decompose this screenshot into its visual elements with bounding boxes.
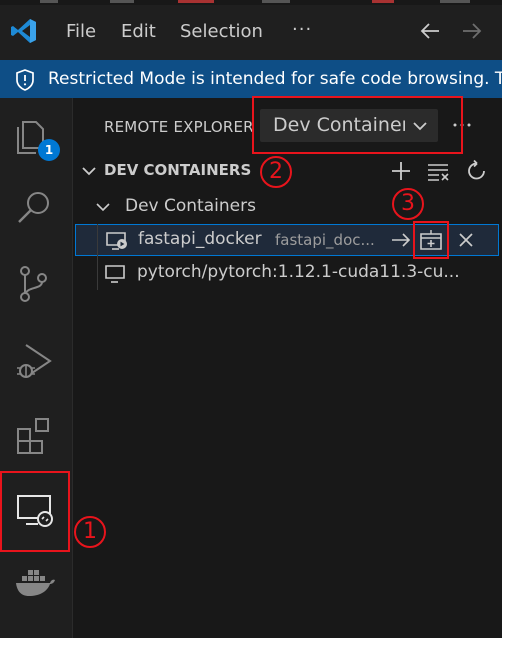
vscode-logo-icon xyxy=(10,17,38,49)
close-icon[interactable] xyxy=(455,229,477,255)
docker-icon[interactable] xyxy=(14,566,56,604)
annotation-number-3: 3 xyxy=(392,188,424,220)
tree-indent-guide xyxy=(97,224,98,290)
add-icon[interactable] xyxy=(389,159,413,187)
run-debug-icon[interactable] xyxy=(14,341,56,387)
dev-containers-group[interactable]: Dev Containers xyxy=(73,194,502,220)
shield-icon xyxy=(15,69,35,95)
menu-more[interactable]: ··· xyxy=(292,19,312,41)
extensions-icon[interactable] xyxy=(14,415,54,459)
menu-file[interactable]: File xyxy=(66,21,96,43)
container-description: fastapi_doc... xyxy=(275,231,375,249)
arrow-left-icon[interactable] xyxy=(418,19,442,47)
restricted-mode-banner[interactable]: Restricted Mode is intended for safe cod… xyxy=(0,60,502,98)
chevron-down-icon xyxy=(95,200,111,219)
annotation-box-remote-explorer xyxy=(0,471,70,552)
search-icon[interactable] xyxy=(14,188,54,232)
container-name: fastapi_docker xyxy=(138,229,262,249)
banner-text: Restricted Mode is intended for safe cod… xyxy=(48,69,502,89)
title-bar-top-strip xyxy=(0,0,502,5)
running-container-icon xyxy=(106,231,128,255)
activity-bar: 1 xyxy=(0,98,73,638)
source-control-icon[interactable] xyxy=(14,263,54,309)
annotation-box-remote-select xyxy=(252,96,463,154)
attach-arrow-icon[interactable] xyxy=(390,229,412,255)
container-icon xyxy=(105,264,127,288)
vscode-window: File Edit Selection ··· Restricted Mode … xyxy=(0,0,502,638)
menu-selection[interactable]: Selection xyxy=(180,21,263,43)
refresh-icon[interactable] xyxy=(465,159,489,187)
view-title: REMOTE EXPLORER xyxy=(104,118,254,136)
group-label: Dev Containers xyxy=(125,196,256,216)
title-bar: File Edit Selection ··· xyxy=(0,0,502,60)
container-name: pytorch/pytorch:1.12.1-cuda11.3-cu... xyxy=(137,262,460,282)
menu-edit[interactable]: Edit xyxy=(121,21,156,43)
container-row-pytorch[interactable]: pytorch/pytorch:1.12.1-cuda11.3-cu... xyxy=(75,258,499,290)
explorer-badge: 1 xyxy=(38,139,60,161)
arrow-right-icon[interactable] xyxy=(460,19,484,47)
annotation-number-1: 1 xyxy=(74,516,106,548)
annotation-number-2: 2 xyxy=(260,156,292,188)
annotation-box-new-window xyxy=(413,221,449,259)
section-title: DEV CONTAINERS xyxy=(104,161,252,179)
chevron-down-icon xyxy=(81,164,97,183)
clear-all-icon[interactable] xyxy=(425,159,451,187)
